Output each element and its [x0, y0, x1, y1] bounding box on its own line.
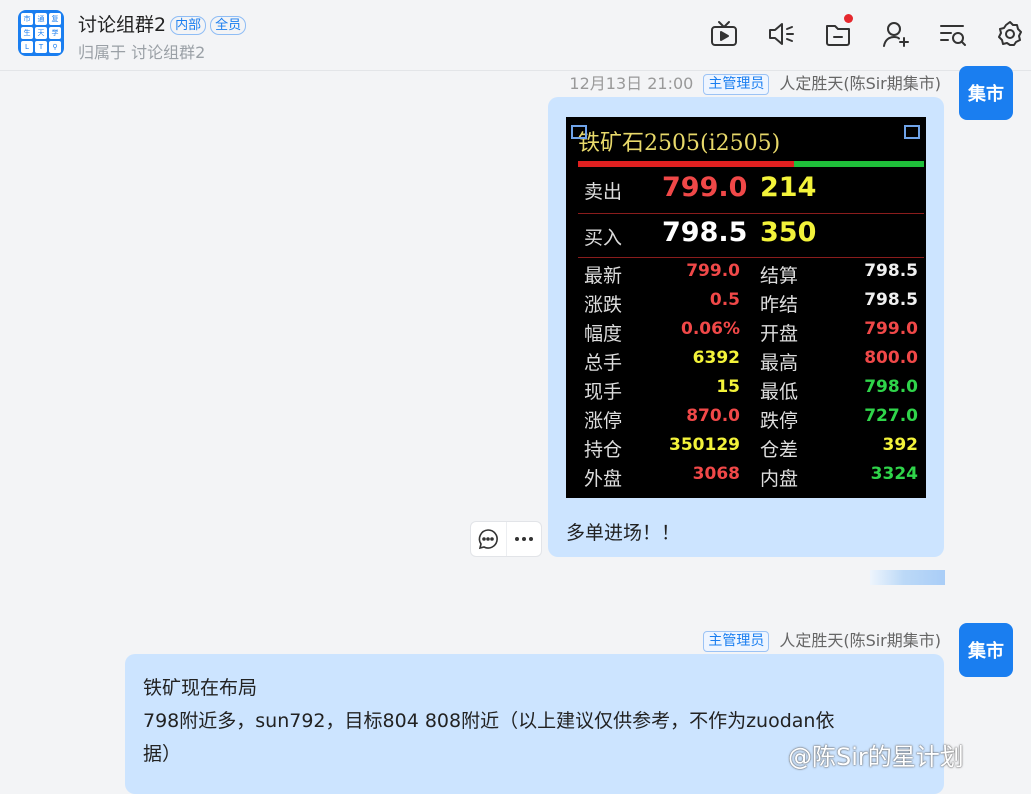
message-line: 798附近多，sun792，目标804 808附近（以上建议仅供参考，不作为zu…: [143, 710, 835, 732]
bid-label: 买入: [584, 227, 623, 249]
message-meta: 主管理员 人定胜天(陈Sir期集市): [703, 627, 941, 652]
quote-field-label: 最新: [584, 265, 623, 287]
quote-field-value: 0.5: [709, 290, 740, 310]
quote-field-label: 现手: [584, 381, 623, 403]
avatar[interactable]: 集市: [959, 66, 1013, 120]
quote-image[interactable]: 铁矿石2505(i2505) 卖出 799.0 214 买入 798.5 350…: [566, 117, 926, 498]
quote-field-value: 870.0: [686, 406, 740, 426]
more-button[interactable]: [505, 522, 542, 556]
logo-cell: 学: [49, 27, 61, 39]
chat-title[interactable]: 讨论组群2: [78, 14, 166, 36]
quote-field-value: 3324: [870, 464, 918, 484]
search-list-icon[interactable]: [937, 18, 969, 50]
logo-cell: 市: [21, 13, 33, 25]
tv-icon[interactable]: [708, 18, 740, 50]
quote-field-label: 开盘: [760, 323, 799, 345]
quote-field-value: 799.0: [864, 319, 918, 339]
quote-field-value: 800.0: [864, 348, 918, 368]
role-badge: 主管理员: [703, 74, 770, 95]
quote-field-value: 15: [716, 377, 740, 397]
logo-cell: 通: [35, 13, 47, 25]
read-status-blur[interactable]: [870, 570, 945, 585]
quote-field-label: 涨停: [584, 410, 623, 432]
quote-title: 铁矿石2505(i2505): [578, 131, 781, 156]
quote-field-label: 仓差: [760, 439, 799, 461]
chat-title-row: 讨论组群2 内部 全员: [78, 10, 247, 37]
logo-cell: T: [35, 41, 47, 53]
ask-label: 卖出: [584, 181, 623, 203]
message-line: 据）: [143, 743, 182, 765]
quote-field-value: 350129: [669, 435, 740, 455]
quote-field-label: 涨跌: [584, 294, 623, 316]
speaker-icon[interactable]: [765, 18, 797, 50]
group-logo[interactable]: 市 通 复 生 天 学 L T ⚲: [18, 10, 64, 56]
window-icon: [904, 125, 920, 139]
quote-field-label: 持仓: [584, 439, 623, 461]
quote-field-label: 幅度: [584, 323, 623, 345]
message-time: 12月13日 21:00: [569, 74, 694, 93]
ask-price: 799.0: [662, 172, 748, 203]
comment-button[interactable]: [471, 522, 506, 556]
quote-field-label: 总手: [584, 352, 623, 374]
comment-icon: [478, 529, 499, 550]
quote-field-value: 0.06%: [681, 319, 740, 339]
role-badge: 主管理员: [703, 631, 770, 652]
add-user-icon[interactable]: [880, 18, 912, 50]
quote-field-value: 798.5: [864, 290, 918, 310]
tag-all-members: 全员: [210, 16, 247, 35]
bid-volume: 350: [760, 217, 817, 248]
message-text: 多单进场！！: [566, 522, 681, 544]
quote-field-label: 最低: [760, 381, 799, 403]
divider: [578, 257, 924, 258]
window-icon: [571, 125, 587, 139]
quote-field-label: 结算: [760, 265, 799, 287]
quote-field-value: 798.0: [864, 377, 918, 397]
message-actions: [470, 521, 542, 557]
sender-name[interactable]: 人定胜天(陈Sir期集市): [779, 631, 941, 650]
quote-field-value: 3068: [692, 464, 740, 484]
buy-pressure-bar: [578, 161, 794, 167]
watermark: @陈Sir的星计划: [788, 743, 964, 771]
bid-price: 798.5: [662, 217, 748, 248]
chat-subtitle: 归属于 讨论组群2: [78, 43, 206, 62]
message-meta: 12月13日 21:00 主管理员 人定胜天(陈Sir期集市): [569, 70, 941, 95]
more-icon: [514, 537, 533, 541]
quote-field-label: 跌停: [760, 410, 799, 432]
logo-cell: 复: [49, 13, 61, 25]
divider: [578, 213, 924, 214]
chat-header: 市 通 复 生 天 学 L T ⚲ 讨论组群2 内部 全员 归属于 讨论组群2: [0, 0, 1031, 71]
quote-field-value: 392: [882, 435, 919, 455]
sender-name[interactable]: 人定胜天(陈Sir期集市): [779, 74, 941, 93]
logo-cell: L: [21, 41, 33, 53]
logo-cell: 生: [21, 27, 33, 39]
quote-field-label: 昨结: [760, 294, 799, 316]
notification-dot: [844, 14, 853, 23]
folder-icon[interactable]: [822, 14, 854, 50]
avatar[interactable]: 集市: [959, 623, 1013, 677]
gear-icon[interactable]: [994, 18, 1026, 50]
quote-field-value: 727.0: [864, 406, 918, 426]
quote-field-value: 799.0: [686, 261, 740, 281]
quote-field-value: 6392: [692, 348, 740, 368]
sell-pressure-bar: [794, 161, 924, 167]
quote-field-label: 最高: [760, 352, 799, 374]
quote-field-label: 外盘: [584, 468, 623, 490]
message-line: 铁矿现在布局: [143, 677, 258, 699]
logo-cell: 天: [35, 27, 47, 39]
tag-internal: 内部: [170, 16, 207, 35]
quote-field-label: 内盘: [760, 468, 799, 490]
logo-cell: ⚲: [49, 41, 61, 53]
quote-field-value: 798.5: [864, 261, 918, 281]
ask-volume: 214: [760, 172, 817, 203]
